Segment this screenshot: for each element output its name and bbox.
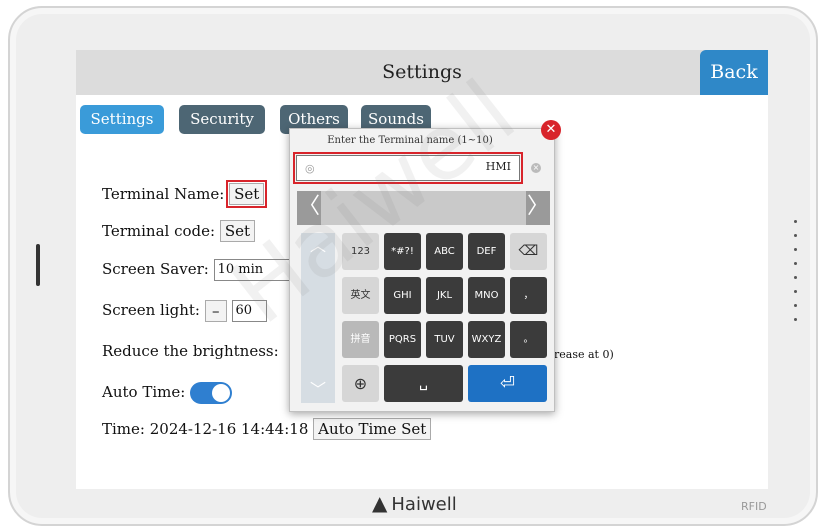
back-button[interactable]: Back	[700, 50, 768, 95]
screen-saver-select[interactable]: 10 min	[213, 259, 299, 281]
reduce-brightness-label: Reduce the brightness:	[102, 342, 279, 360]
screen-light-row: Screen light: – 60	[102, 300, 267, 322]
haiwell-logo-icon: ▲	[372, 491, 388, 515]
rfid-label: RFID	[741, 500, 767, 513]
candidate-scroll[interactable]: ︿ ﹀	[301, 233, 335, 403]
terminal-name-label: Terminal Name:	[102, 185, 225, 203]
backspace-icon[interactable]: ⌫	[510, 233, 547, 270]
terminal-code-row: Terminal code: Set	[102, 220, 256, 242]
key-symbols[interactable]: *#?!	[384, 233, 421, 270]
space-key[interactable]: ␣	[384, 365, 463, 402]
screen-light-minus-button[interactable]: –	[204, 300, 227, 322]
clear-icon[interactable]: ×	[531, 163, 541, 173]
screen-light-value[interactable]: 60	[231, 300, 267, 322]
time-value: 2024-12-16 14:44:18	[149, 420, 309, 438]
screen-light-label: Screen light:	[102, 301, 200, 319]
screen-saver-row: Screen Saver: 10 min	[102, 259, 299, 281]
screen-saver-label: Screen Saver:	[102, 260, 209, 278]
auto-time-toggle[interactable]	[190, 382, 233, 404]
key-jkl[interactable]: JKL	[426, 277, 463, 314]
time-label: Time:	[102, 420, 145, 438]
key-123[interactable]: 123	[342, 233, 379, 270]
key-comma[interactable]: ，	[510, 277, 547, 314]
brand: ▲ Haiwell	[372, 491, 457, 515]
close-icon[interactable]: ✕	[541, 120, 561, 140]
key-mno[interactable]: MNO	[468, 277, 505, 314]
reduce-brightness-note: rease at 0)	[554, 348, 614, 361]
key-wxyz[interactable]: WXYZ	[468, 321, 505, 358]
input-highlight	[293, 152, 523, 184]
scroll-down-icon[interactable]: ﹀	[301, 379, 335, 401]
enter-icon[interactable]: ⏎	[468, 365, 547, 402]
title-bar: Settings Back	[76, 50, 768, 95]
auto-time-row: Auto Time:	[102, 382, 233, 404]
next-candidate-icon[interactable]: 〉	[526, 191, 550, 225]
side-indicator	[36, 244, 40, 286]
keyboard-prompt: Enter the Terminal name (1~10)	[327, 135, 493, 146]
auto-time-label: Auto Time:	[102, 383, 186, 401]
globe-icon[interactable]: ⊕	[342, 365, 379, 402]
scroll-up-icon[interactable]: ︿	[301, 235, 335, 257]
key-english[interactable]: 英文	[342, 277, 379, 314]
tab-security[interactable]: Security	[179, 105, 265, 134]
tab-settings[interactable]: Settings	[80, 105, 164, 134]
key-abc[interactable]: ABC	[426, 233, 463, 270]
prev-candidate-icon[interactable]: 〈	[297, 191, 321, 225]
key-ghi[interactable]: GHI	[384, 277, 421, 314]
toggle-knob	[212, 384, 231, 402]
reduce-brightness-row: Reduce the brightness:	[102, 342, 279, 360]
terminal-code-label: Terminal code:	[102, 222, 216, 240]
candidate-bar: 〈 〉	[297, 191, 550, 225]
key-tuv[interactable]: TUV	[426, 321, 463, 358]
speaker-dots	[794, 220, 798, 332]
terminal-code-set-button[interactable]: Set	[219, 220, 256, 242]
key-period[interactable]: 。	[510, 321, 547, 358]
keyboard-popup: Enter the Terminal name (1~10) ✕ ◎ HMI ×…	[289, 120, 561, 412]
key-pqrs[interactable]: PQRS	[384, 321, 421, 358]
auto-time-set-button[interactable]: Auto Time Set	[313, 418, 432, 440]
brand-name: Haiwell	[391, 494, 457, 515]
terminal-name-set-button[interactable]: Set	[226, 180, 268, 208]
terminal-name-row: Terminal Name: Set	[102, 180, 268, 208]
time-row: Time: 2024-12-16 14:44:18 Auto Time Set	[102, 418, 432, 440]
page-title: Settings	[382, 61, 462, 83]
key-pinyin[interactable]: 拼音	[342, 321, 379, 358]
key-def[interactable]: DEF	[468, 233, 505, 270]
